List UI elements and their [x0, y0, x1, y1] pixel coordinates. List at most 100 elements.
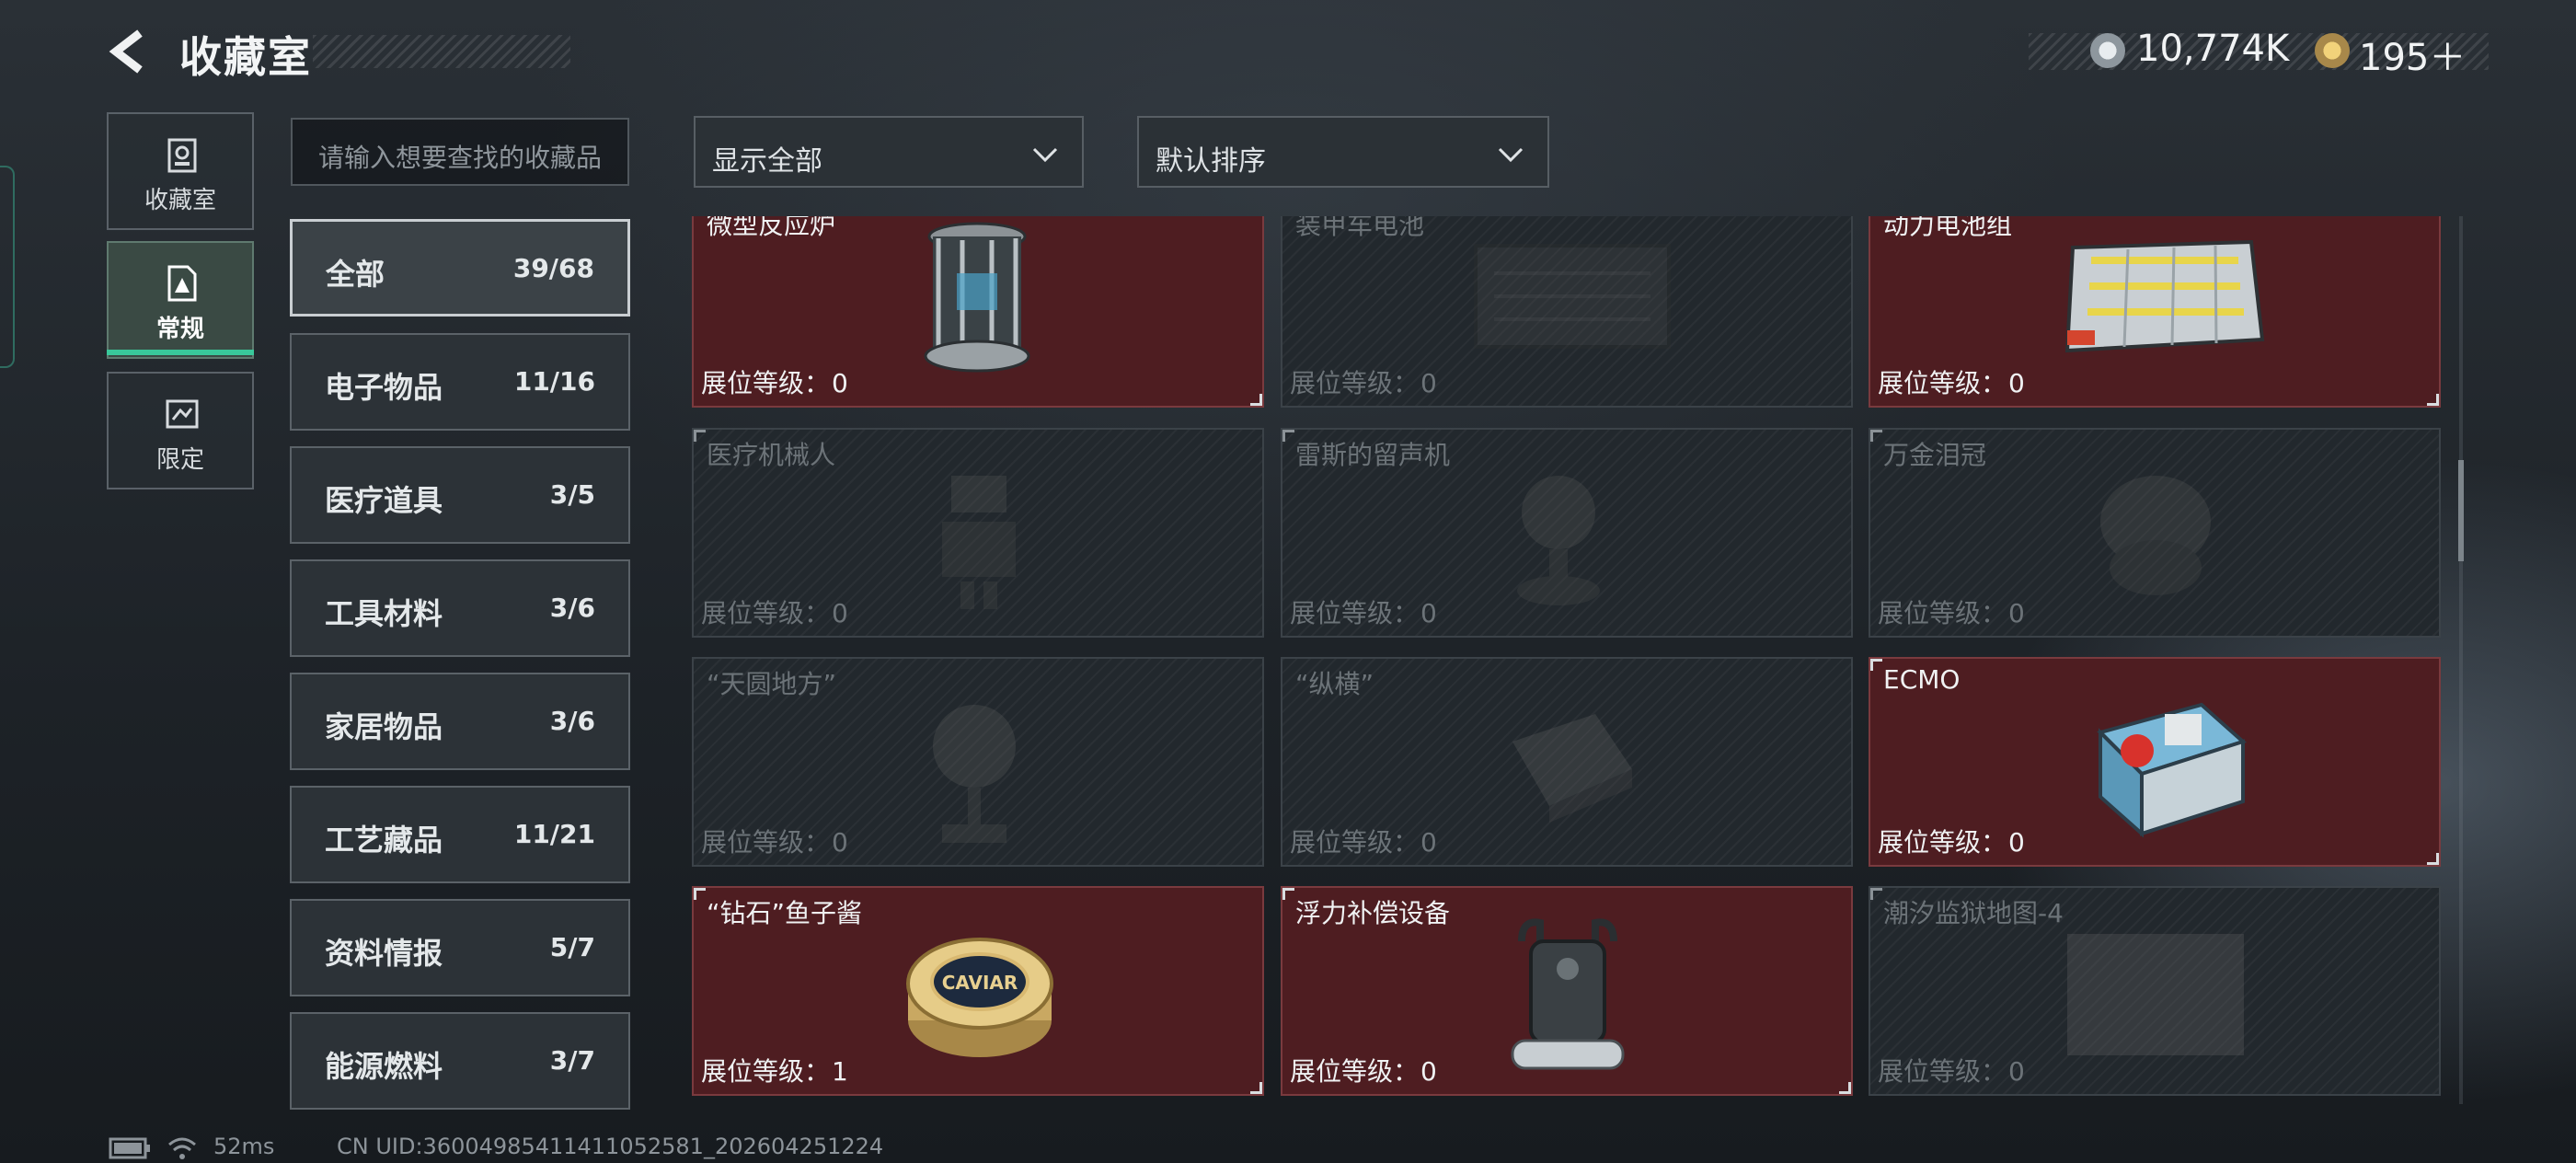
- item-name: “钻石”鱼子酱: [707, 898, 863, 928]
- card-corner: [694, 888, 706, 900]
- category-all[interactable]: 全部 39/68: [290, 219, 630, 317]
- grid-scrollbar-track[interactable]: [2459, 216, 2463, 1104]
- category-name: 家居物品: [325, 709, 443, 744]
- grid-scrollbar-thumb[interactable]: [2458, 460, 2464, 561]
- level-value: 0: [832, 827, 848, 858]
- item-name: 万金泪冠: [1883, 440, 1987, 470]
- level-value: 0: [832, 598, 848, 628]
- category-name: 全部: [326, 257, 385, 292]
- level-text: 展位等级：0: [701, 363, 848, 400]
- uid-text: CN UID:36004985411411052581_202604251224: [337, 1134, 884, 1159]
- item-name: 动力电池组: [1883, 216, 2013, 240]
- level-label: 展位等级：: [701, 827, 831, 858]
- level-label: 展位等级：: [1290, 598, 1420, 628]
- wifi-icon: [168, 1137, 196, 1159]
- item-card-crown[interactable]: 万金泪冠 展位等级：0: [1869, 428, 2441, 638]
- card-corner: [1839, 1082, 1851, 1094]
- level-value: 0: [2008, 1056, 2025, 1087]
- ping-text: 52ms: [213, 1134, 275, 1159]
- category-electronics[interactable]: 电子物品 11/16: [290, 333, 630, 431]
- item-card-power-battery[interactable]: 动力电池组 展位等级：0: [1869, 216, 2441, 408]
- item-card-micro-reactor[interactable]: 微型反应炉 展位等级：0: [692, 216, 1264, 408]
- category-count: 3/5: [549, 479, 595, 510]
- category-household[interactable]: 家居物品 3/6: [290, 673, 630, 770]
- item-card-tidal-prison-map-4[interactable]: 潮汐监狱地图-4 展位等级：0: [1869, 886, 2441, 1096]
- chevron-down-icon: [1498, 147, 1524, 163]
- category-tools[interactable]: 工具材料 3/6: [290, 559, 630, 657]
- caviar-icon: CAVIAR: [906, 938, 1053, 1057]
- level-label: 展位等级：: [1878, 1056, 2007, 1087]
- category-count: 3/7: [549, 1045, 595, 1076]
- card-corner: [1870, 888, 1882, 900]
- category-intel[interactable]: 资料情报 5/7: [290, 899, 630, 996]
- nav-label: 常规: [155, 316, 204, 343]
- item-card-phonograph[interactable]: 雷斯的留声机 展位等级：0: [1281, 428, 1853, 638]
- limited-icon: [166, 399, 199, 429]
- collection-icon: [167, 138, 197, 173]
- item-card-medical-robot[interactable]: 医疗机械人 展位等级：0: [692, 428, 1264, 638]
- nav-limited[interactable]: 限定: [107, 372, 254, 489]
- back-button[interactable]: [103, 26, 155, 77]
- category-count: 11/21: [513, 819, 595, 849]
- category-crafts[interactable]: 工艺藏品 11/21: [290, 786, 630, 883]
- level-text: 展位等级：0: [1878, 363, 2025, 400]
- ecmo-icon: [2097, 702, 2247, 838]
- category-fuel[interactable]: 能源燃料 3/7: [290, 1012, 630, 1110]
- sort-dropdown[interactable]: 默认排序: [1137, 116, 1549, 188]
- active-indicator: [107, 350, 254, 355]
- level-value: 0: [2008, 598, 2025, 628]
- page-title: 收藏室: [179, 32, 312, 82]
- category-count: 5/7: [549, 932, 595, 962]
- level-text: 展位等级：1: [701, 1052, 848, 1088]
- category-name: 电子物品: [325, 370, 443, 405]
- nav-label: 限定: [155, 446, 204, 474]
- title-decoration: [313, 35, 570, 68]
- category-name: 能源燃料: [325, 1049, 443, 1084]
- item-name: ECMO: [1883, 664, 1961, 695]
- search-input[interactable]: 请输入想要查找的收藏品: [291, 118, 629, 186]
- level-value: 1: [832, 1056, 848, 1087]
- category-name: 工艺藏品: [325, 823, 443, 858]
- category-name: 医疗道具: [325, 483, 443, 518]
- regular-icon: [167, 265, 197, 302]
- crown-icon: [2100, 476, 2211, 595]
- nav-regular[interactable]: 常规: [107, 241, 254, 359]
- globe-icon: [933, 705, 1016, 843]
- level-text: 展位等级：0: [701, 823, 848, 859]
- item-name: 浮力补偿设备: [1295, 898, 1451, 928]
- item-name: 雷斯的留声机: [1295, 440, 1451, 470]
- item-card-buoyancy-device[interactable]: 浮力补偿设备 展位等级：0: [1281, 886, 1853, 1096]
- collection-grid: 微型反应炉 展位等级：0 装甲车电池 展位等级：0 动力电池组 展位等级：0 医…: [692, 216, 2456, 1104]
- item-name: 装甲车电池: [1295, 216, 1425, 240]
- item-name: “天圆地方”: [707, 669, 837, 699]
- level-value: 0: [832, 368, 848, 398]
- map-icon: [2067, 934, 2244, 1055]
- card-corner: [1870, 659, 1882, 671]
- level-label: 展位等级：: [1878, 827, 2007, 858]
- card-corner: [1870, 430, 1882, 442]
- item-card-zongheng[interactable]: “纵横” 展位等级：0: [1281, 657, 1853, 867]
- nav-label: 收藏室: [144, 187, 216, 214]
- level-label: 展位等级：: [701, 368, 831, 398]
- reactor-icon: [924, 222, 1030, 373]
- item-card-ecmo[interactable]: ECMO 展位等级：0: [1869, 657, 2441, 867]
- side-drawer-handle[interactable]: [0, 166, 15, 368]
- level-label: 展位等级：: [1290, 1056, 1420, 1087]
- item-card-diamond-caviar[interactable]: “钻石”鱼子酱 CAVIAR 展位等级：1: [692, 886, 1264, 1096]
- level-value: 0: [1420, 598, 1437, 628]
- level-label: 展位等级：: [1878, 598, 2007, 628]
- category-name: 工具材料: [325, 596, 443, 631]
- level-value: 0: [2008, 827, 2025, 858]
- nav-collection-room[interactable]: 收藏室: [107, 112, 254, 230]
- item-card-armored-battery[interactable]: 装甲车电池 展位等级：0: [1281, 216, 1853, 408]
- filter-dropdown[interactable]: 显示全部: [694, 116, 1084, 188]
- item-card-tianyuan-difang[interactable]: “天圆地方” 展位等级：0: [692, 657, 1264, 867]
- gem-amount[interactable]: 195＋: [2359, 28, 2466, 81]
- item-name: “纵横”: [1295, 669, 1374, 699]
- level-text: 展位等级：0: [1290, 1052, 1437, 1088]
- level-label: 展位等级：: [701, 1056, 831, 1087]
- gem-icon: [2315, 33, 2350, 68]
- card-corner: [1250, 1082, 1262, 1094]
- coin-amount: 10,774K: [2136, 28, 2290, 70]
- category-medical[interactable]: 医疗道具 3/5: [290, 446, 630, 544]
